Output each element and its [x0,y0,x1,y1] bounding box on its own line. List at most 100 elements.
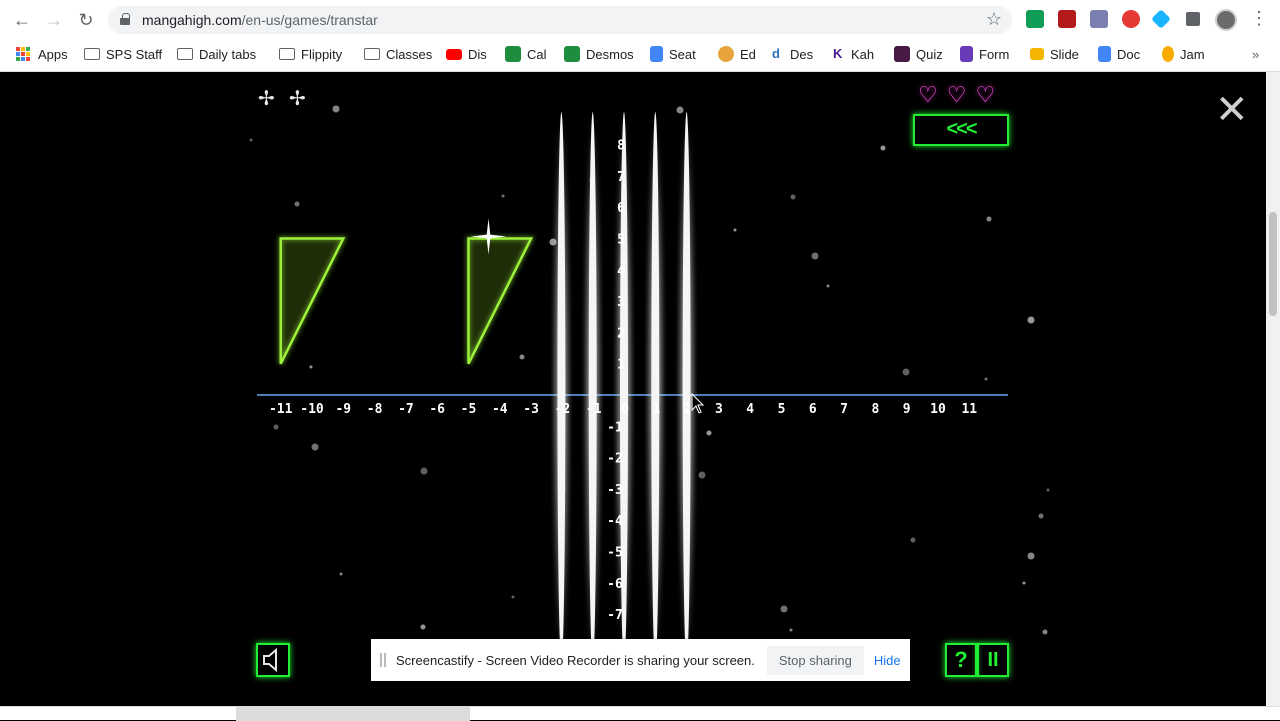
docs-icon [650,46,663,62]
y-tick-label: -4 [607,514,623,529]
bottom-tab[interactable] [236,707,470,721]
reload-icon[interactable]: ↻ [74,8,98,32]
x-tick-label: -5 [461,402,477,417]
x-tick-label: -7 [398,402,414,417]
translation-beams [552,112,696,664]
pdf-extension-icon[interactable] [1090,10,1108,28]
bookmark-quiz[interactable]: Quiz [894,44,943,64]
star [880,145,886,151]
x-tick-label: 8 [871,402,879,417]
bookmark-ed[interactable]: Ed [718,44,756,64]
folder-icon [177,48,193,60]
diamond-extension-icon[interactable] [1151,9,1171,29]
x-tick-label: -1 [586,402,602,417]
bookmark-dis[interactable]: Dis [446,44,487,64]
sound-button[interactable] [256,643,290,677]
star [294,201,300,207]
x-tick-label: 5 [778,402,786,417]
lives-hearts: ♡ ♡ ♡ [918,84,995,106]
y-tick-label: -3 [607,483,623,498]
bookmark-kah[interactable]: K Kah [833,44,874,64]
forms-icon [960,46,973,62]
star [1027,552,1035,560]
bottom-bar [0,706,1280,721]
bookmark-apps[interactable]: Apps [16,44,68,64]
scrollbar-thumb[interactable] [1269,212,1277,316]
classroom-extension-icon[interactable] [1026,10,1044,28]
lock-icon [120,13,130,25]
bookmark-star-icon[interactable]: ☆ [986,9,1002,30]
bookmark-cal[interactable]: Cal [505,44,547,64]
x-tick-label: -10 [300,402,324,417]
star [1046,488,1050,492]
bookmark-desmos[interactable]: Desmos [564,44,634,64]
beam [557,112,566,664]
star [902,368,910,376]
star [698,471,706,479]
x-tick-label: 0 [621,402,629,417]
y-tick-label: 8 [617,139,625,154]
coordinate-grid: -11 -10 -9 -8 -7 -6 -5 -4 -3 -2 -1 0 1 2 3 4 5 6 7 8 9 10 1187… [249,105,1050,664]
page-scrollbar[interactable] [1266,72,1280,706]
youtube-icon [446,48,462,60]
docs-icon [1098,46,1111,62]
bookmarks-overflow-icon[interactable]: » [1252,44,1259,64]
bookmark-sps-staff[interactable]: SPS Staff [84,44,162,64]
star [676,106,684,114]
profile-avatar[interactable] [1215,9,1237,31]
bookmark-daily-tabs[interactable]: Daily tabs [177,44,256,64]
browser-menu-icon[interactable]: ⋮ [1250,8,1268,29]
game-canvas[interactable]: -11 -10 -9 -8 -7 -6 -5 -4 -3 -2 -1 0 1 2 3 4 5 6 7 8 9 10 11 8 7… [0,72,1266,706]
star [910,537,916,543]
folder-icon [364,48,380,60]
back-button[interactable]: <<< [913,114,1009,146]
pause-button[interactable]: II [977,643,1009,677]
address-bar[interactable]: mangahigh.com/en-us/games/transtar ☆ [108,6,1012,34]
y-tick-label: 2 [617,326,625,341]
x-tick-label: -4 [492,402,508,417]
bookmark-slide[interactable]: Slide [1030,44,1079,64]
desmos-icon [564,46,580,62]
stop-sharing-button[interactable]: Stop sharing [766,645,864,675]
star [311,443,319,451]
bookmark-seat[interactable]: Seat [650,44,696,64]
x-tick-label: 6 [809,402,817,417]
star [733,228,737,232]
star [511,595,515,599]
y-tick-label: 4 [617,264,625,279]
desmos-d-icon: d [772,46,780,61]
hide-banner-link[interactable]: Hide [874,653,901,668]
star [789,628,793,632]
move-arrows-icon[interactable]: ✢ [289,86,306,111]
bookmarks-bar: Apps SPS Staff Daily tabs Flippity Class… [0,40,1280,68]
y-tick-label: -1 [607,420,623,435]
x-tick-label: -11 [269,402,293,417]
star [420,467,428,475]
bookmark-des[interactable]: d Des [772,44,813,64]
shield-extension-icon[interactable] [1058,10,1076,28]
close-icon[interactable]: ✕ [1215,90,1249,130]
bookmark-classes[interactable]: Classes [364,44,432,64]
bookmark-form[interactable]: Form [960,44,1009,64]
beam [588,112,597,664]
star [706,430,712,436]
screencastify-extension-icon[interactable] [1122,10,1140,28]
star [332,105,340,113]
star [339,572,343,576]
bookmark-flippity[interactable]: Flippity [279,44,342,64]
apps-grid-icon [16,47,30,61]
back-arrow-icon[interactable]: ← [10,8,34,32]
heart-icon: ♡ [946,82,967,107]
star [501,194,505,198]
drag-handle-icon[interactable] [380,653,386,667]
move-arrows-icon[interactable]: ✢ [258,86,275,111]
bookmark-jam[interactable]: Jam [1162,44,1205,64]
puzzle-extensions-icon[interactable] [1186,12,1200,26]
x-tick-label: -8 [367,402,383,417]
star [1038,513,1044,519]
star [986,216,992,222]
help-button[interactable]: ? [945,643,977,677]
quizizz-icon [894,46,910,62]
bookmark-doc[interactable]: Doc [1098,44,1140,64]
forward-arrow-icon[interactable]: → [42,8,66,32]
